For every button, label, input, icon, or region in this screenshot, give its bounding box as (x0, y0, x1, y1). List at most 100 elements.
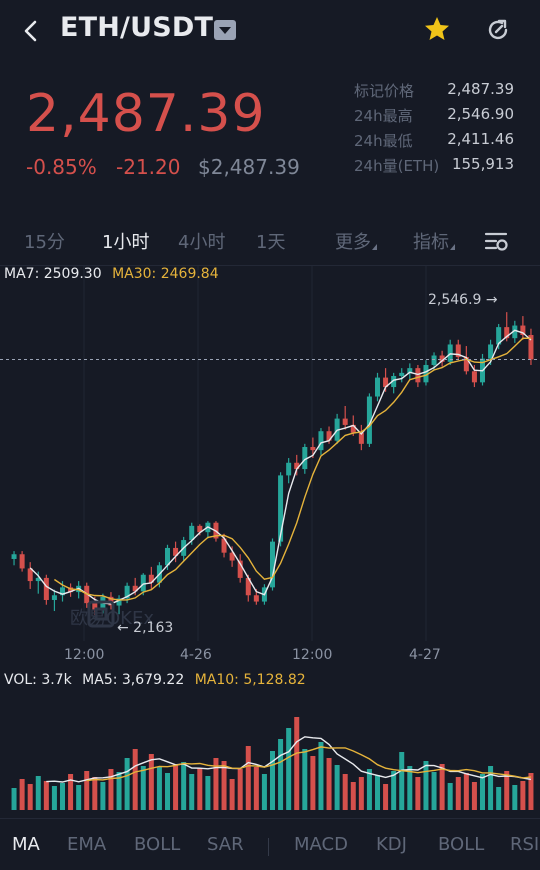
interval-tabs: 15分 1小时 4小时 1天 更多 指标 (0, 228, 540, 256)
volume-bar (302, 749, 308, 810)
ma7-label: MA7: 2509.30 (4, 266, 102, 282)
volume-bar (205, 776, 211, 810)
header: ETH/USDT (0, 0, 540, 64)
volume-bar (51, 786, 57, 810)
back-icon[interactable] (18, 16, 46, 46)
indicator-boll-sub[interactable]: BOLL (438, 834, 484, 855)
chart-settings-icon[interactable] (484, 230, 510, 254)
vol-label: VOL: 3.7k (4, 672, 72, 688)
indicator-ema[interactable]: EMA (67, 834, 106, 855)
tab-more[interactable]: 更多 (335, 228, 377, 254)
volume-bar (100, 782, 106, 810)
tab-1d[interactable]: 1天 (256, 228, 285, 254)
volume-bar (479, 774, 486, 810)
volume-bar (156, 767, 162, 810)
stat-24h-low: 24h最低 2,411.46 (354, 130, 514, 155)
stat-value: 2,487.39 (447, 80, 514, 98)
stat-value: 155,913 (451, 155, 514, 173)
candle (310, 446, 316, 451)
time-label: 4-27 (409, 647, 441, 663)
stats-panel: 标记价格 2,487.39 24h最高 2,546.90 24h最低 2,411.46… (354, 80, 514, 180)
time-label: 12:00 (64, 647, 105, 663)
volume-bar (253, 767, 259, 810)
candle (253, 595, 259, 602)
volume-bar (383, 784, 389, 810)
ma30-label: MA30: 2469.84 (112, 266, 219, 282)
volume-bar (504, 771, 510, 810)
candle (140, 574, 146, 592)
candle (19, 554, 25, 569)
time-label: 4-26 (180, 647, 212, 663)
volume-bar (520, 781, 526, 810)
change-percent: -0.85% (26, 155, 97, 179)
volume-bar (512, 785, 518, 810)
candle (415, 368, 421, 383)
volume-bar (294, 717, 300, 810)
stat-24h-volume: 24h量(ETH) 155,913 (354, 155, 514, 180)
volume-bar (391, 771, 397, 810)
ma10-label: MA10: 5,128.82 (194, 672, 306, 688)
candle (11, 554, 17, 559)
candle (399, 372, 405, 377)
volume-bar (342, 774, 348, 810)
volume-bar (27, 784, 33, 810)
candle (43, 577, 49, 600)
volume-bar (108, 769, 114, 810)
low-price-label: ← 2,163 (117, 620, 174, 636)
candle (471, 371, 477, 383)
volume-bar (11, 788, 17, 810)
volume-bar (439, 764, 445, 810)
indicator-sar[interactable]: SAR (207, 834, 244, 855)
volume-bar (326, 758, 332, 810)
volume-bar (318, 742, 324, 810)
volume-bar (59, 783, 66, 810)
pair-title[interactable]: ETH/USDT (60, 12, 213, 43)
volume-bar (431, 772, 437, 810)
stat-24h-high: 24h最高 2,546.90 (354, 105, 514, 130)
stat-label: 24h最高 (354, 107, 413, 125)
indicator-kdj[interactable]: KDJ (376, 834, 407, 855)
candle (318, 431, 324, 451)
volume-bar (229, 779, 235, 810)
indicator-boll[interactable]: BOLL (134, 834, 180, 855)
star-icon[interactable] (422, 14, 452, 44)
indicator-ma[interactable]: MA (12, 834, 40, 855)
volume-bar (19, 779, 25, 810)
stat-label: 24h量(ETH) (354, 157, 440, 175)
tab-15m[interactable]: 15分 (24, 228, 65, 254)
change-amount: -21.20 (116, 155, 181, 179)
ma-legend: MA7: 2509.30 MA30: 2469.84 (4, 266, 219, 282)
volume-bar (132, 749, 138, 810)
corner-triangle-icon (372, 244, 377, 250)
volume-bar (164, 773, 171, 810)
volume-bar (173, 764, 179, 810)
volume-bar (358, 777, 364, 810)
refresh-icon[interactable] (484, 16, 512, 44)
tab-indicators-label: 指标 (413, 232, 449, 253)
volume-bar (471, 782, 477, 810)
volume-bar (84, 771, 90, 810)
volume-bar (76, 785, 82, 810)
volume-bar (278, 739, 284, 810)
tab-1h[interactable]: 1小时 (102, 228, 149, 254)
stat-mark-price: 标记价格 2,487.39 (354, 80, 514, 105)
volume-legend: VOL: 3.7k MA5: 3,679.22 MA10: 5,128.82 (4, 672, 306, 688)
stat-value: 2,411.46 (447, 130, 514, 148)
volume-bar (286, 728, 292, 810)
last-price: 2,487.39 (26, 84, 266, 144)
tab-4h[interactable]: 4小时 (178, 228, 225, 254)
indicator-macd[interactable]: MACD (294, 834, 348, 855)
tab-indicators[interactable]: 指标 (413, 228, 455, 254)
volume-chart[interactable] (0, 690, 540, 815)
candle (286, 462, 292, 476)
volume-bar (334, 765, 340, 810)
dropdown-icon[interactable] (214, 20, 236, 40)
volume-bar (181, 762, 187, 810)
volume-bar (496, 787, 502, 810)
candle (374, 377, 381, 397)
stat-label: 24h最低 (354, 132, 413, 150)
indicator-rsi[interactable]: RSI (510, 834, 539, 855)
volume-bar (43, 781, 49, 810)
divider (268, 838, 269, 856)
volume-bar (423, 761, 429, 810)
